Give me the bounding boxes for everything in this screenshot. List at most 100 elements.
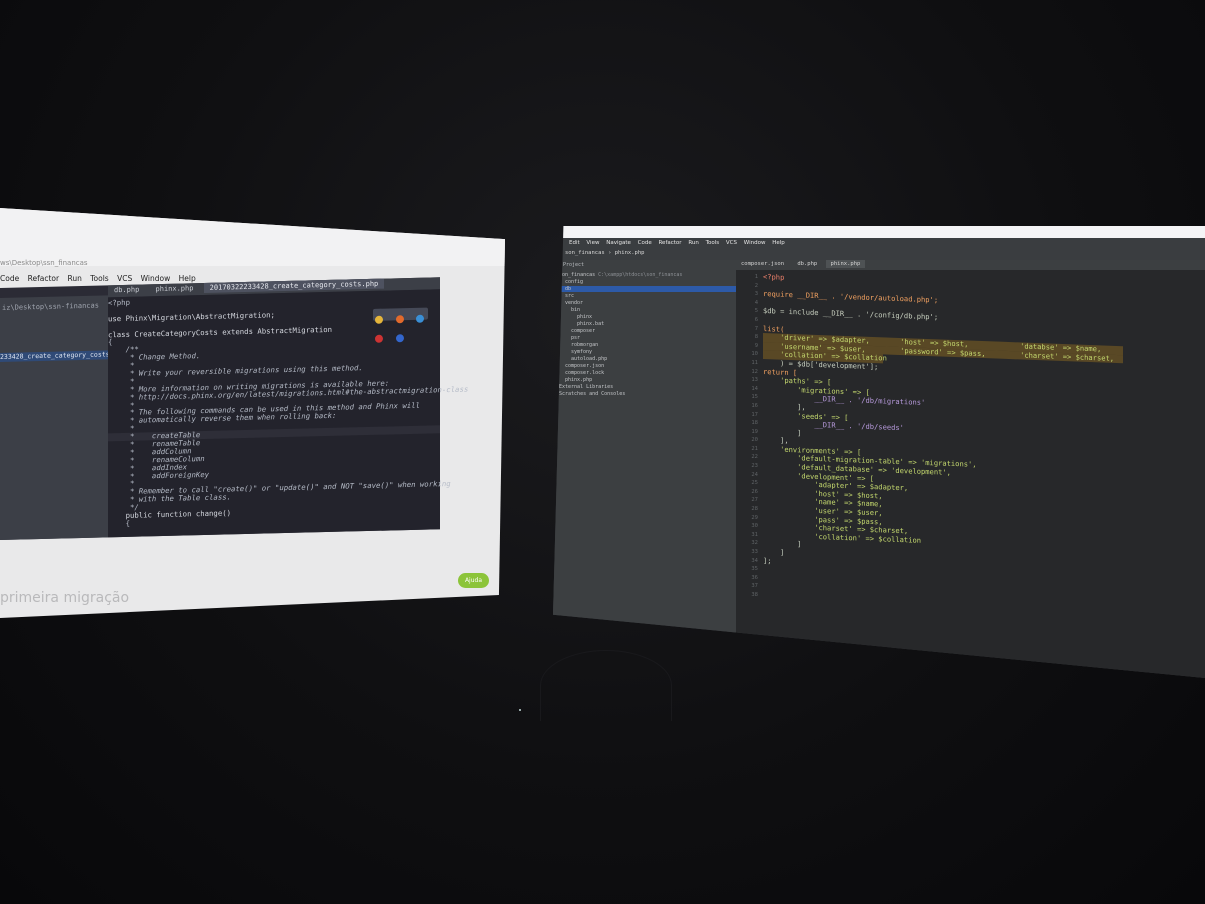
left-project-panel: iz\Desktop\ssn-financas 233428_create_ca… xyxy=(0,295,108,540)
tree-item[interactable]: vendor xyxy=(565,300,583,306)
right-top-strip xyxy=(553,226,1205,238)
line-number: 3 xyxy=(754,291,758,298)
right-menu-code[interactable]: Code xyxy=(638,240,652,246)
tree-item[interactable]: autoload.php xyxy=(571,356,607,362)
right-code[interactable]: <?php require __DIR__ . '/vendor/autoload… xyxy=(763,272,1205,581)
right-tab-composer[interactable]: composer.json xyxy=(736,260,789,268)
right-menu-tools[interactable]: Tools xyxy=(706,240,720,246)
line-number: 27 xyxy=(751,497,758,504)
left-page-heading: primeira migração xyxy=(0,590,130,606)
project-panel-title[interactable]: Project xyxy=(563,262,584,268)
tree-root[interactable]: son_financas C:\xampp\htdocs\son_financa… xyxy=(559,272,682,278)
line-number: 19 xyxy=(751,428,758,435)
tree-item[interactable]: composer.json xyxy=(565,363,604,369)
left-menu-refactor[interactable]: Refactor xyxy=(28,274,59,283)
right-menu-edit[interactable]: Edit xyxy=(569,240,580,246)
right-editor-tabs: composer.json db.php phinx.php xyxy=(736,260,1205,270)
line-number: 11 xyxy=(751,359,758,366)
line-number: 10 xyxy=(751,351,758,358)
tree-item[interactable]: robmorgan xyxy=(571,342,598,348)
line-number: 32 xyxy=(751,540,758,547)
help-button[interactable]: Ajuda xyxy=(457,573,489,588)
line-number: 4 xyxy=(754,299,758,306)
breadcrumb: son_financas › phinx.php xyxy=(565,250,645,256)
line-number: 31 xyxy=(751,531,758,538)
line-number: 35 xyxy=(751,566,758,573)
tree-root-name: son_financas xyxy=(559,272,596,278)
right-tab-db[interactable]: db.php xyxy=(792,260,822,268)
left-window-title: ws\Desktop\ssn_financas xyxy=(0,259,88,267)
line-number: 23 xyxy=(751,463,758,470)
left-tab-db[interactable]: db.php xyxy=(108,284,145,295)
line-number: 20 xyxy=(751,437,758,444)
tree-item[interactable]: composer.lock xyxy=(565,370,604,376)
line-number: 21 xyxy=(751,445,758,452)
left-browser-preview-icons xyxy=(373,307,428,343)
tree-item[interactable]: phinx.php xyxy=(565,377,592,383)
breadcrumb-separator: › xyxy=(608,250,615,256)
line-number: 18 xyxy=(751,420,758,427)
tree-item[interactable]: composer xyxy=(571,328,595,334)
tree-item[interactable]: Scratches and Consoles xyxy=(559,391,625,397)
left-menu-tools[interactable]: Tools xyxy=(90,274,108,283)
power-led xyxy=(519,709,521,711)
right-tab-phinx[interactable]: phinx.php xyxy=(825,260,866,268)
tree-item[interactable]: db xyxy=(553,286,736,292)
left-tab-phinx[interactable]: phinx.php xyxy=(150,283,200,294)
left-menu-vcs[interactable]: VCS xyxy=(117,274,132,283)
tree-item[interactable]: bin xyxy=(571,307,580,313)
line-number: 2 xyxy=(754,282,758,289)
tree-item[interactable]: phinx.bat xyxy=(577,321,604,327)
line-number: 30 xyxy=(751,523,758,530)
tree-item[interactable]: External Libraries xyxy=(559,384,613,390)
line-number: 38 xyxy=(751,591,758,598)
right-monitor: Edit View Navigate Code Refactor Run Too… xyxy=(553,226,1205,678)
breadcrumb-project[interactable]: son_financas xyxy=(565,250,605,256)
tree-item[interactable]: config xyxy=(565,279,583,285)
breadcrumb-file[interactable]: phinx.php xyxy=(615,250,645,256)
right-menu-vcs[interactable]: VCS xyxy=(726,240,737,246)
right-menu-refactor[interactable]: Refactor xyxy=(658,240,681,246)
left-menu-help[interactable]: Help xyxy=(179,274,196,283)
line-number: 37 xyxy=(751,583,758,590)
monitor-stand xyxy=(540,650,672,721)
tree-root-path: C:\xampp\htdocs\son_financas xyxy=(598,272,683,278)
line-number: 8 xyxy=(754,334,758,341)
line-number: 9 xyxy=(754,342,758,349)
line-number: 26 xyxy=(751,488,758,495)
line-number: 1 xyxy=(754,274,758,280)
photo-scene: ws\Desktop\ssn_financas Code Refactor Ru… xyxy=(0,0,1205,904)
line-number: 6 xyxy=(754,316,758,323)
right-menu-help[interactable]: Help xyxy=(772,240,785,246)
line-number: 25 xyxy=(751,480,758,487)
right-menu-view[interactable]: View xyxy=(586,240,599,246)
left-menu-run[interactable]: Run xyxy=(67,274,81,283)
left-selected-file[interactable]: 233428_create_category_costs.php xyxy=(0,350,108,362)
tree-item[interactable]: symfony xyxy=(571,349,592,355)
line-number: 15 xyxy=(751,394,758,401)
right-menu-window[interactable]: Window xyxy=(744,240,766,246)
edge-icon[interactable] xyxy=(395,334,404,343)
line-number: 7 xyxy=(754,325,758,332)
right-line-numbers: 1 2 3 4 5 6 7 8 9 10 11 12 13 14 15 16 17 18 19 20 21 22 23 24 2… xyxy=(736,273,758,600)
line-number: 22 xyxy=(751,454,758,461)
tree-item[interactable]: phinx xyxy=(577,314,592,320)
right-menubar: Edit View Navigate Code Refactor Run Too… xyxy=(569,240,1205,249)
right-menu-run[interactable]: Run xyxy=(688,240,699,246)
right-menu-navigate[interactable]: Navigate xyxy=(606,240,631,246)
line-number: 28 xyxy=(751,506,758,513)
left-ide-window: db.php phinx.php 20170322233428_create_c… xyxy=(0,277,468,540)
line-number: 16 xyxy=(751,402,758,409)
firefox-icon[interactable] xyxy=(395,315,404,324)
left-monitor: ws\Desktop\ssn_financas Code Refactor Ru… xyxy=(0,208,505,618)
line-number: 5 xyxy=(754,308,758,315)
left-menu-window[interactable]: Window xyxy=(141,274,171,283)
line-number: 13 xyxy=(751,377,758,384)
line-number: 14 xyxy=(751,385,758,392)
tree-item[interactable]: src xyxy=(565,293,574,299)
left-menu-code[interactable]: Code xyxy=(0,274,19,283)
line-number: 24 xyxy=(751,471,758,478)
tree-item[interactable]: psr xyxy=(571,335,580,341)
line-number: 29 xyxy=(751,514,758,521)
line-number: 17 xyxy=(751,411,758,418)
